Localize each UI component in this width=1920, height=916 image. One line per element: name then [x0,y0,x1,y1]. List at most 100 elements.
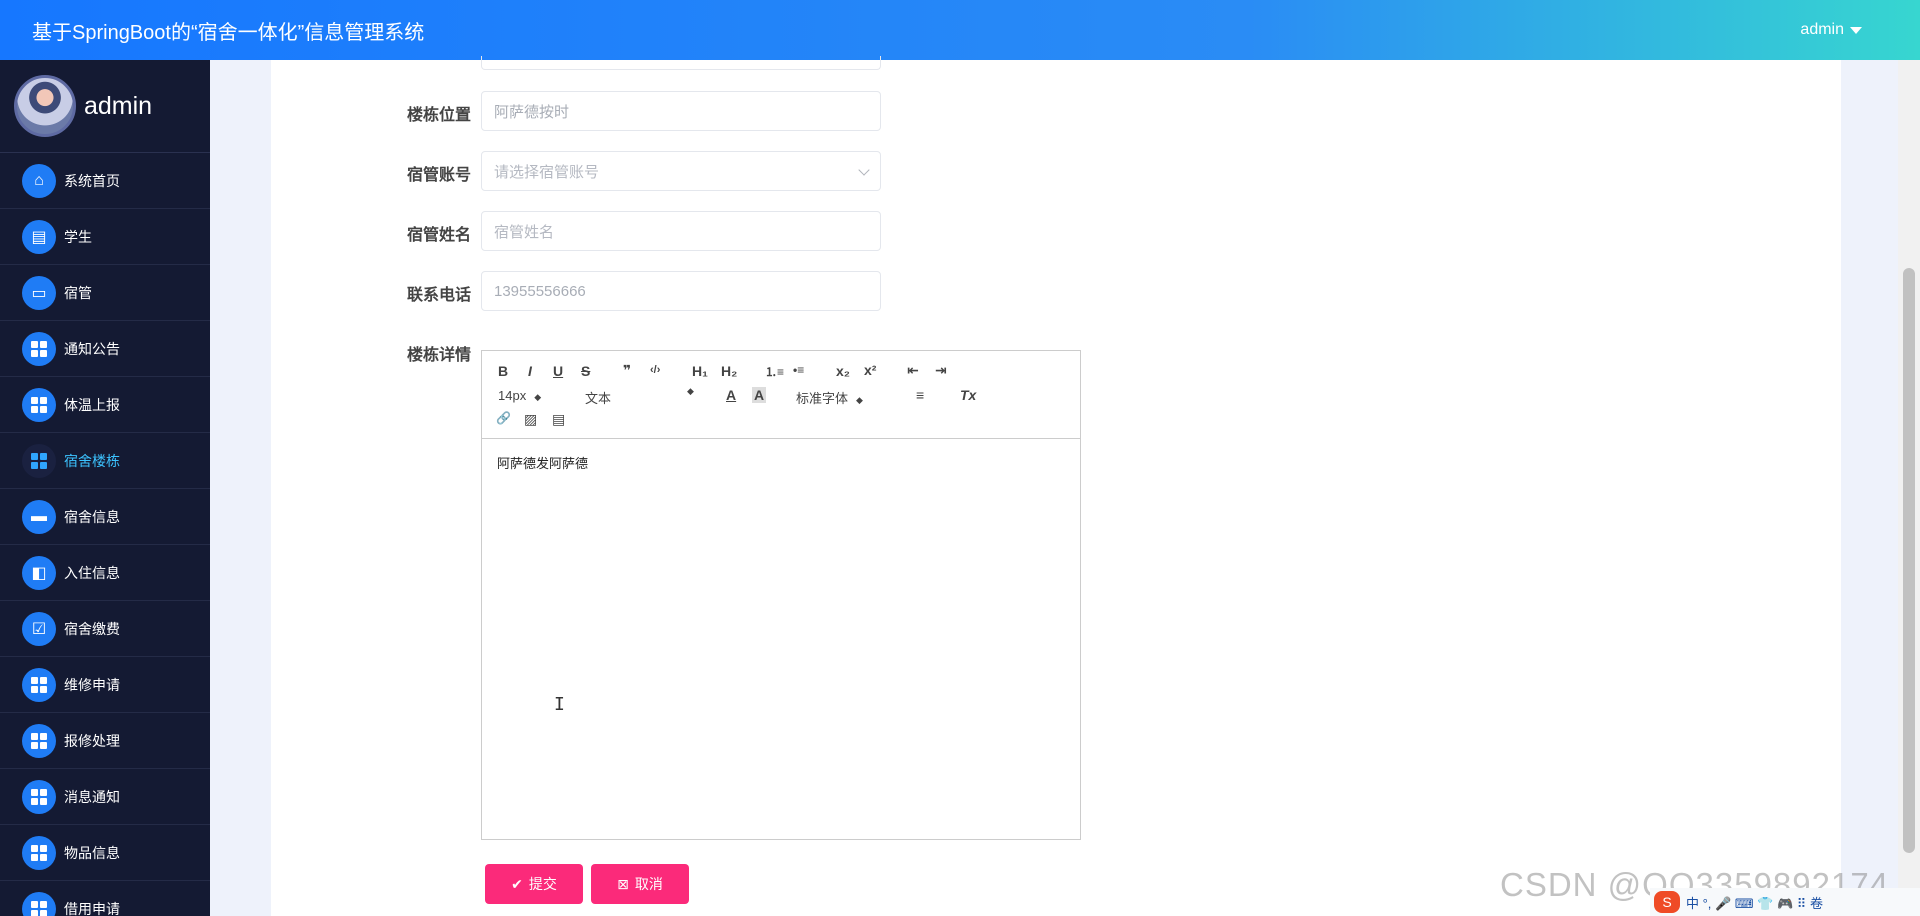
background-color-button[interactable]: A [752,387,767,403]
location-input[interactable]: 阿萨德按时 [481,91,881,131]
wallet-icon: ◧ [22,555,56,590]
font-color-button[interactable]: A [726,387,736,403]
sidebar-item-label: 物品信息 [64,844,120,861]
checklist-icon: ☑ [22,611,56,646]
clear-format-button[interactable]: Tx [960,387,976,403]
cancel-button[interactable]: ⊠ 取消 [591,864,689,904]
sidebar-item-messages[interactable]: 消息通知 [0,769,210,825]
home-icon: ⌂ [22,163,56,198]
caret-down-icon [1850,26,1862,34]
sidebar: admin ⌂ 系统首页 ▤ 学生 ▭ 宿管 通知公告 体温上报 宿舍楼栋 ▬ … [0,60,210,916]
ime-items[interactable]: 中 °, 🎤 ⌨ 👕 🎮 ⠿ 卷 [1686,893,1823,912]
header-username: admin [1800,21,1844,38]
manager-name-placeholder: 宿管姓名 [494,223,555,241]
manager-name-input[interactable]: 宿管姓名 [481,211,881,251]
sidebar-username: admin [84,91,153,120]
clipboard-icon: ▤ [22,219,56,254]
ordered-list-button[interactable]: ⒈≡ [765,363,784,380]
editor-toolbar: B I U S ❞ ‹/› H₁ H₂ ⒈≡ •≡ x₂ x² ⇤ ⇥ 14px… [482,351,1080,439]
grid-icon [22,667,56,702]
grid-icon [22,891,56,916]
superscript-button[interactable]: x² [864,362,876,378]
text-type-select[interactable]: 文本 [585,388,611,407]
image-icon[interactable]: ▨ [524,411,537,428]
sidebar-item-checkin[interactable]: ◧ 入住信息 [0,545,210,601]
app-title: 基于SpringBoot的“宿舍一体化”信息管理系统 [32,21,425,44]
user-dropdown[interactable]: admin [1800,21,1862,39]
grid-icon [22,835,56,870]
heading1-button[interactable]: H₁ [692,363,708,379]
user-profile: admin [0,60,210,153]
indent-button[interactable]: ⇥ [935,362,947,379]
check-icon: ✔ [511,875,523,892]
sidebar-item-label: 宿舍楼栋 [64,452,120,469]
sidebar-item-label: 宿管 [64,284,92,301]
sidebar-item-label: 维修申请 [64,676,120,693]
font-size-select[interactable]: 14px [498,388,541,403]
sidebar-item-repair-request[interactable]: 维修申请 [0,657,210,713]
sidebar-item-temperature[interactable]: 体温上报 [0,377,210,433]
align-button[interactable]: ≡ [916,387,924,403]
sidebar-item-label: 学生 [64,228,92,245]
grid-icon [22,723,56,758]
font-family-select[interactable]: 标准字体 [796,388,863,407]
sidebar-item-label: 宿舍缴费 [64,620,120,637]
sidebar-item-items[interactable]: 物品信息 [0,825,210,881]
phone-value: 13955556666 [494,282,586,300]
sidebar-item-label: 报修处理 [64,732,120,749]
video-icon[interactable]: ▤ [552,411,565,428]
submit-label: 提交 [528,876,557,892]
sidebar-item-dorm-info[interactable]: ▬ 宿舍信息 [0,489,210,545]
heading2-button[interactable]: H₂ [721,363,737,379]
rich-text-editor[interactable]: B I U S ❞ ‹/› H₁ H₂ ⒈≡ •≡ x₂ x² ⇤ ⇥ 14px… [481,350,1081,840]
manager-account-select[interactable]: 请选择宿管账号 [481,151,881,191]
details-label: 楼栋详情 [406,347,471,364]
outdent-button[interactable]: ⇤ [907,362,919,379]
sidebar-item-label: 借用申请 [64,900,120,916]
sidebar-item-home[interactable]: ⌂ 系统首页 [0,153,210,209]
manager-account-label: 宿管账号 [406,167,471,184]
sidebar-item-label: 消息通知 [64,788,120,805]
grid-icon [22,779,56,814]
sidebar-item-repair-handling[interactable]: 报修处理 [0,713,210,769]
code-block-button[interactable]: ‹/› [650,364,660,376]
previous-field-edge [481,56,881,70]
manager-name-label: 宿管姓名 [406,227,471,244]
submit-button[interactable]: ✔ 提交 [485,864,583,904]
scrollbar-thumb[interactable] [1903,268,1915,853]
blockquote-button[interactable]: ❞ [623,362,631,379]
sidebar-item-label: 入住信息 [64,564,120,581]
link-icon[interactable]: 🔗 [496,411,511,425]
top-header: 基于SpringBoot的“宿舍一体化”信息管理系统 admin [0,0,1920,60]
sidebar-item-notices[interactable]: 通知公告 [0,321,210,377]
close-icon: ⊠ [617,875,629,892]
grid-icon [22,387,56,422]
italic-button[interactable]: I [528,363,532,379]
chevron-down-icon [858,164,870,176]
subscript-button[interactable]: x₂ [836,363,850,379]
vertical-scrollbar[interactable] [1898,60,1920,916]
bold-button[interactable]: B [498,363,508,379]
ime-logo-icon[interactable]: S [1654,891,1680,913]
sidebar-item-managers[interactable]: ▭ 宿管 [0,265,210,321]
underline-button[interactable]: U [553,363,563,379]
phone-label: 联系电话 [406,287,471,304]
sidebar-item-students[interactable]: ▤ 学生 [0,209,210,265]
strike-button[interactable]: S [581,363,590,379]
sidebar-item-buildings[interactable]: 宿舍楼栋 [0,433,210,489]
grid-icon [22,443,56,478]
chat-icon: ▬ [22,499,56,534]
bullet-list-button[interactable]: •≡ [793,363,804,377]
sidebar-item-fees[interactable]: ☑ 宿舍缴费 [0,601,210,657]
sidebar-item-label: 体温上报 [64,396,120,413]
sidebar-item-borrow[interactable]: 借用申请 [0,881,210,916]
select-arrows-icon[interactable]: ◆ [687,386,694,397]
phone-input[interactable]: 13955556666 [481,271,881,311]
editor-content[interactable]: 阿萨德发阿萨德 [482,439,1080,486]
text-cursor-icon: I [554,694,565,715]
sidebar-item-label: 宿舍信息 [64,508,120,525]
ime-toolbar[interactable]: S 中 °, 🎤 ⌨ 👕 🎮 ⠿ 卷 [1650,888,1920,916]
monitor-icon: ▭ [22,275,56,310]
sidebar-item-label: 系统首页 [64,172,120,189]
location-label: 楼栋位置 [406,107,471,124]
